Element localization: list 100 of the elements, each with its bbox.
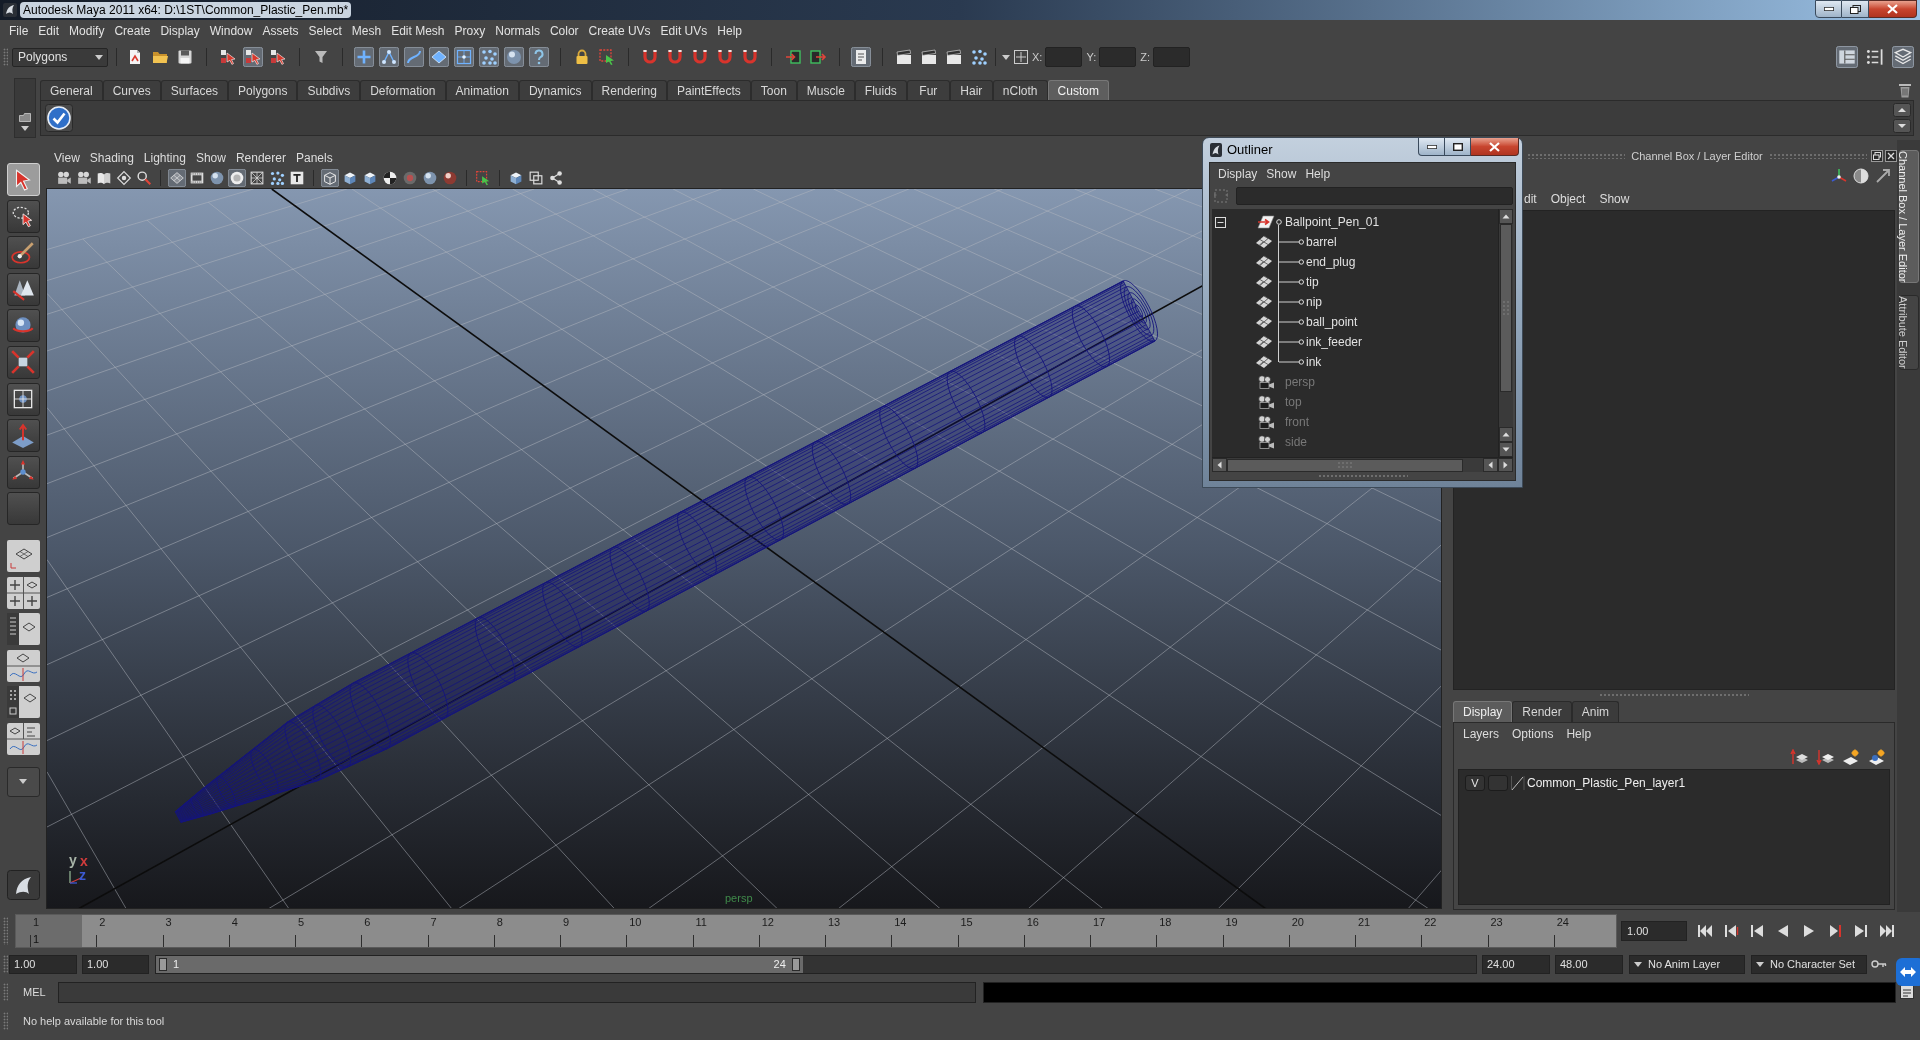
outliner-item[interactable]: tip [1306,273,1319,291]
sphere-icon[interactable] [504,47,524,67]
dashed-square-icon[interactable] [597,47,617,67]
magnifier-icon[interactable] [135,169,153,187]
new-layer-icon[interactable] [1842,749,1860,765]
grid-points-icon[interactable] [454,47,474,67]
vertical-scrollbar[interactable] [1498,209,1513,457]
end-time-field[interactable]: 48.00 [1555,954,1623,974]
pen-wireframe-drawing[interactable] [174,280,1158,823]
cursor-icon[interactable] [268,47,288,67]
outliner-item[interactable]: Ballpoint_Pen_01 [1285,213,1380,231]
outliner-item[interactable]: barrel [1306,233,1337,251]
maximize-button[interactable] [1445,138,1471,156]
layout-icon[interactable] [6,722,40,755]
filter-field[interactable] [1236,187,1513,205]
layout-icon[interactable] [6,649,40,682]
outliner-window[interactable]: Outliner Display Show Help Ballpoint_Pen_01 barrel end_plug tip nip ball_point ink_feeder ink persp top front side [1202,137,1523,488]
range-handle[interactable] [159,957,167,971]
ring-dot-icon[interactable] [401,169,419,187]
current-frame-marker[interactable]: 1 1 [16,915,83,947]
collapse-icon[interactable] [1215,216,1226,228]
menu-item[interactable]: Assets [257,23,304,39]
maya-logo-icon[interactable] [6,870,40,900]
panel-menu-item[interactable]: Display [1215,165,1261,183]
dots-icon[interactable] [969,47,989,67]
skip-to-end-icon[interactable] [1879,923,1895,939]
tool-button[interactable] [6,455,40,489]
nodes-icon[interactable] [379,47,399,67]
dots-icon[interactable] [479,47,499,67]
camera-icon[interactable] [75,169,93,187]
double-arrow-icon[interactable] [1896,958,1920,986]
side-tab[interactable]: Channel Box / Layer Editor [1898,150,1919,284]
drag-handle[interactable] [3,917,8,945]
horizontal-scrollbar[interactable] [1212,457,1513,472]
layers-up-icon[interactable] [1790,749,1808,765]
clapperboard-icon[interactable] [919,47,939,67]
camera-icon[interactable] [55,169,73,187]
shelf-tab[interactable]: Muscle [796,80,855,100]
outliner-item[interactable]: ball_point [1306,313,1358,331]
key-icon[interactable] [1871,959,1887,969]
outliner-item[interactable]: end_plug [1306,253,1356,271]
checkmark-icon[interactable] [45,104,73,132]
menu-item[interactable]: Mesh [346,23,387,39]
panel-menu-item[interactable]: Options [1507,725,1559,743]
shelf-tab[interactable]: PaintEffects [666,80,751,100]
layout-icon[interactable] [6,686,40,719]
menu-item[interactable]: Edit Mesh [386,23,450,39]
menu-item[interactable]: File [4,23,34,39]
range-bar[interactable] [156,955,803,973]
panel-icon[interactable] [1836,46,1858,68]
outliner-item[interactable]: nip [1306,293,1322,311]
shelf-tab[interactable]: Toon [750,80,797,100]
close-icon[interactable] [1885,150,1897,162]
panel-menu-item[interactable]: Show [1599,190,1644,208]
shelf-tab[interactable]: Fluids [854,80,907,100]
shelf-tab[interactable]: General [40,80,103,100]
checker-icon[interactable] [381,169,399,187]
tool-button[interactable] [6,309,40,343]
anim-layer-dropdown[interactable]: No Anim Layer [1629,954,1745,974]
outliner-item[interactable]: ink [1306,353,1322,371]
side-tab[interactable]: Attribute Editor [1898,295,1919,371]
layout-icon[interactable] [6,576,40,609]
shelf-tab[interactable]: nCloth [992,80,1048,100]
tool-button[interactable] [6,272,40,306]
time-slider[interactable]: 1 1 2 3 4 5 6 7 8 9 10 11 12 13 14 15 16 17 18 19 20 21 22 23 24 [15,914,1617,948]
tool-button[interactable] [6,345,40,379]
question-mark-icon[interactable] [529,47,549,67]
tool-button[interactable] [6,419,40,453]
menu-item[interactable]: Modify [64,23,110,39]
menu-item[interactable]: Window [204,23,258,39]
shelf-tab[interactable]: Custom [1047,80,1109,100]
layout-menu-button[interactable] [6,766,40,797]
squares-icon[interactable] [527,169,545,187]
sphere-icon[interactable] [421,169,439,187]
panel-menu-item[interactable]: Lighting [138,149,191,167]
step-forward-icon[interactable] [1853,923,1869,939]
outliner-item[interactable]: ink_feeder [1306,333,1363,351]
menu-item[interactable]: Edit UVs [655,23,713,39]
layer-editor-tab[interactable]: Render [1512,701,1572,722]
shelf-tab[interactable]: Dynamics [518,80,592,100]
playback-start-field[interactable]: 1.00 [82,954,149,974]
shelf-handle[interactable] [14,78,36,138]
panel-menu-item[interactable]: Show [1263,165,1300,183]
diagonal-arrow-icon[interactable] [1875,168,1891,184]
current-time-field[interactable]: 1.00 [1621,921,1687,941]
snap-cross-icon[interactable] [1014,50,1028,64]
drag-handle[interactable] [1599,693,1749,697]
step-forward-key-icon[interactable] [1827,923,1843,939]
menu-item[interactable]: Create [109,23,156,39]
t-box-icon[interactable] [288,169,306,187]
panel-menu-item[interactable]: Shading [84,149,139,167]
menu-item[interactable]: Display [155,23,205,39]
panel-menu-item[interactable]: View [49,149,85,167]
shelf-tab[interactable]: Polygons [228,80,298,100]
axes-icon[interactable] [1831,168,1847,184]
maximize-button[interactable] [1842,0,1869,18]
command-input-field[interactable] [58,981,976,1003]
float-window-icon[interactable] [1871,150,1883,162]
menu-item[interactable]: Edit [33,23,65,39]
command-language[interactable]: MEL [23,983,58,1001]
